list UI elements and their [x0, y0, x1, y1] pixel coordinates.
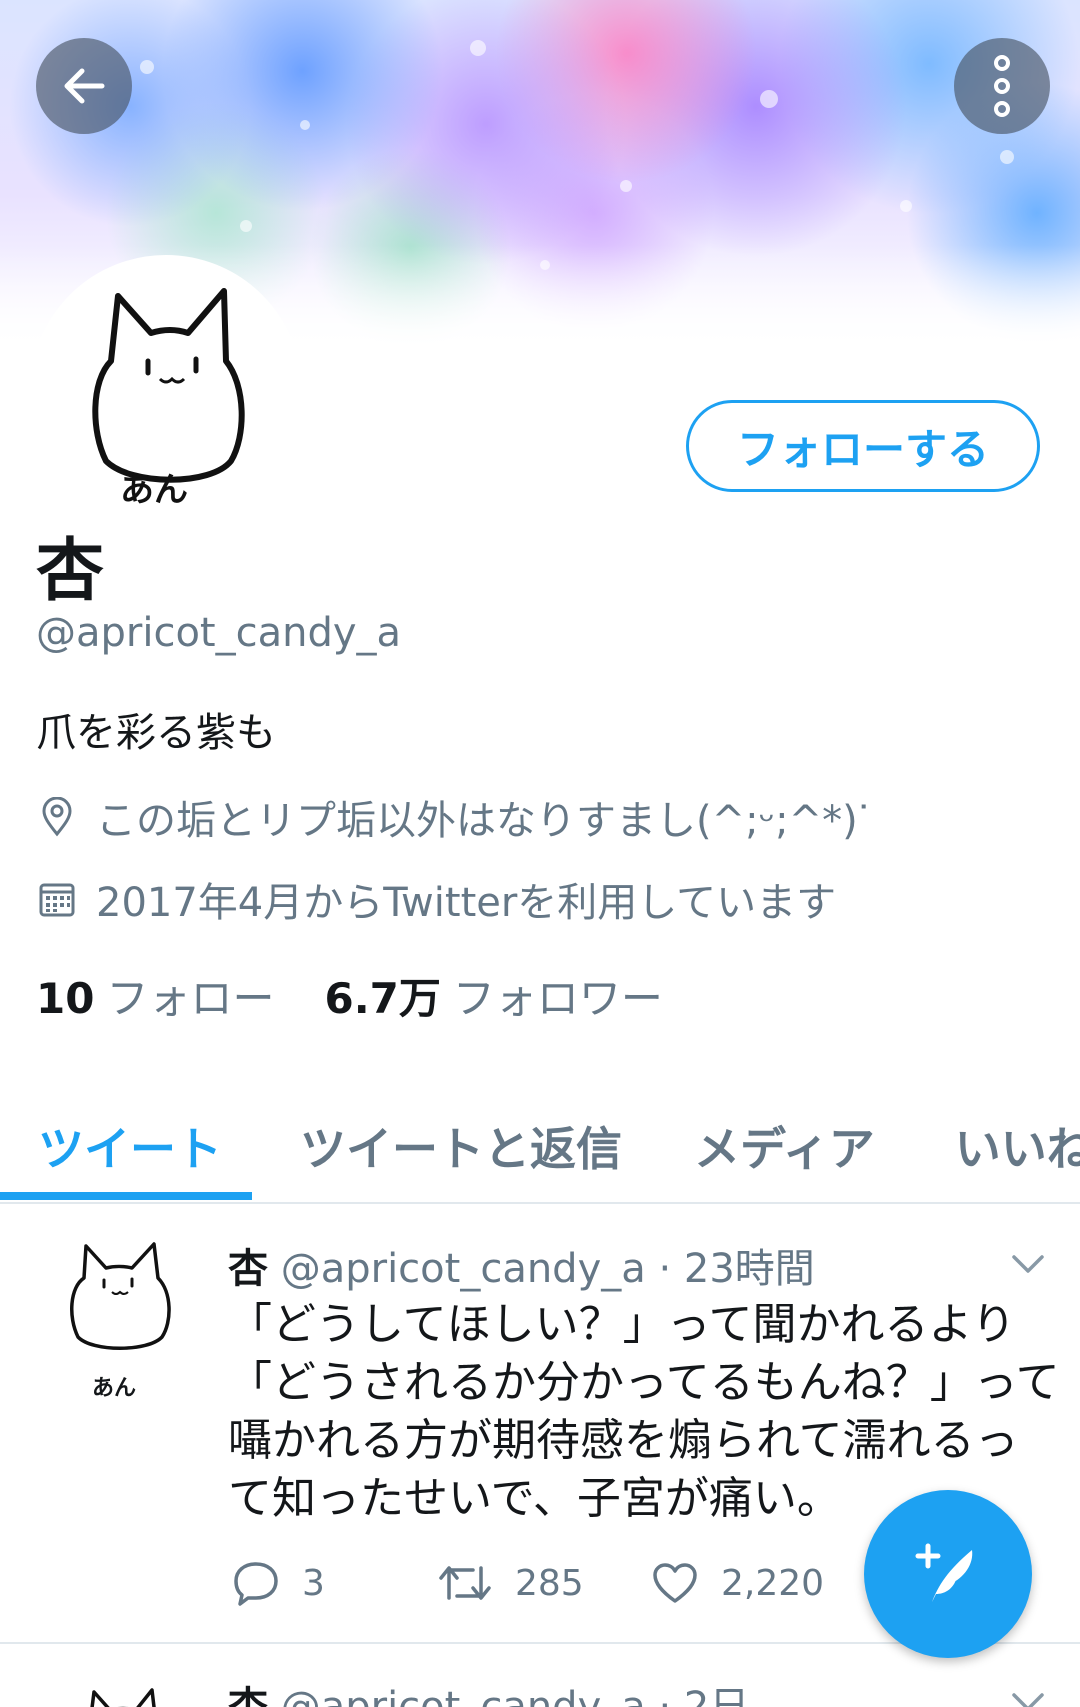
- follow-counts: 10 フォロー 6.7万 フォロワー: [36, 965, 663, 1026]
- location-pin-icon: [36, 796, 78, 838]
- chevron-down-icon[interactable]: [1010, 1690, 1046, 1707]
- tweet-text-line: 囁かれる方が期待感を煽られて濡れるっ: [228, 1415, 1019, 1466]
- tweet-author-name: 杏: [228, 1684, 268, 1707]
- followers-link[interactable]: 6.7万 フォロワー: [324, 965, 662, 1026]
- retweet-icon: [439, 1566, 491, 1600]
- following-count: 10: [36, 974, 95, 1023]
- following-link[interactable]: 10 フォロー: [36, 965, 274, 1026]
- tweet-item[interactable]: 杏 @apricot_candy_a · 2日: [0, 1644, 1080, 1707]
- display-name: 杏: [36, 532, 105, 611]
- tab-tweets-and-replies[interactable]: ツイートと返信: [300, 1090, 622, 1202]
- tweet-meta: @apricot_candy_a · 2日: [280, 1684, 750, 1707]
- reply-button[interactable]: 3: [232, 1560, 437, 1606]
- compose-tweet-icon: [915, 1543, 973, 1602]
- chevron-down-icon[interactable]: [1010, 1252, 1046, 1276]
- arrow-left-icon: [64, 68, 105, 104]
- tweet-text-line: 「どうしてほしい？」って聞かれるより: [228, 1299, 1016, 1350]
- reply-icon: [234, 1562, 278, 1606]
- profile-handle: @apricot_candy_a: [36, 610, 402, 656]
- tweet-text-line: 「どうされるか分かってるもんね？」って: [228, 1357, 1060, 1408]
- tweet-header: 杏 @apricot_candy_a · 23時間: [228, 1236, 815, 1294]
- active-tab-indicator: [0, 1192, 252, 1200]
- more-options-button[interactable]: [954, 38, 1050, 134]
- more-vertical-icon: [994, 55, 1010, 117]
- avatar-caption: あん: [120, 470, 188, 510]
- retweet-button[interactable]: 285: [437, 1560, 651, 1606]
- tab-tweets[interactable]: ツイート: [38, 1090, 222, 1202]
- tweet-header: 杏 @apricot_candy_a · 2日: [228, 1674, 749, 1707]
- tweet-avatar-caption: あん: [92, 1376, 137, 1401]
- back-button[interactable]: [36, 38, 132, 134]
- tweet-author-name: 杏: [228, 1246, 268, 1292]
- reply-count: 3: [302, 1562, 325, 1604]
- followers-label: フォロワー: [452, 974, 663, 1023]
- tweet-avatar[interactable]: [66, 1242, 176, 1372]
- tweet-actions: 3 285 2,220: [232, 1560, 824, 1606]
- profile-joined: 2017年4月からTwitterを利用しています: [36, 870, 836, 928]
- tab-likes[interactable]: いいね: [955, 1090, 1080, 1202]
- location-text: この垢とリプ垢以外はなりすまし(^;ᵕ;^*)ᐝ: [96, 798, 868, 844]
- like-button[interactable]: 2,220: [651, 1561, 824, 1605]
- profile-location: この垢とリプ垢以外はなりすまし(^;ᵕ;^*)ᐝ: [36, 788, 868, 846]
- profile-tabs: ツイート ツイートと返信 メディア いいね: [0, 1090, 1080, 1204]
- tweet-meta: @apricot_candy_a · 23時間: [280, 1246, 815, 1292]
- retweet-count: 285: [515, 1562, 584, 1604]
- calendar-icon: [36, 878, 78, 920]
- tweet-avatar[interactable]: [84, 1684, 164, 1707]
- following-label: フォロー: [106, 974, 275, 1023]
- compose-tweet-button[interactable]: [864, 1490, 1032, 1658]
- follow-button[interactable]: フォローする: [686, 400, 1040, 492]
- tab-media[interactable]: メディア: [694, 1090, 875, 1202]
- followers-count: 6.7万: [324, 974, 441, 1023]
- profile-bio: 爪を彩る紫も: [36, 710, 276, 756]
- heart-icon: [653, 1563, 697, 1603]
- like-count: 2,220: [721, 1562, 825, 1604]
- joined-text: 2017年4月からTwitterを利用しています: [96, 880, 837, 926]
